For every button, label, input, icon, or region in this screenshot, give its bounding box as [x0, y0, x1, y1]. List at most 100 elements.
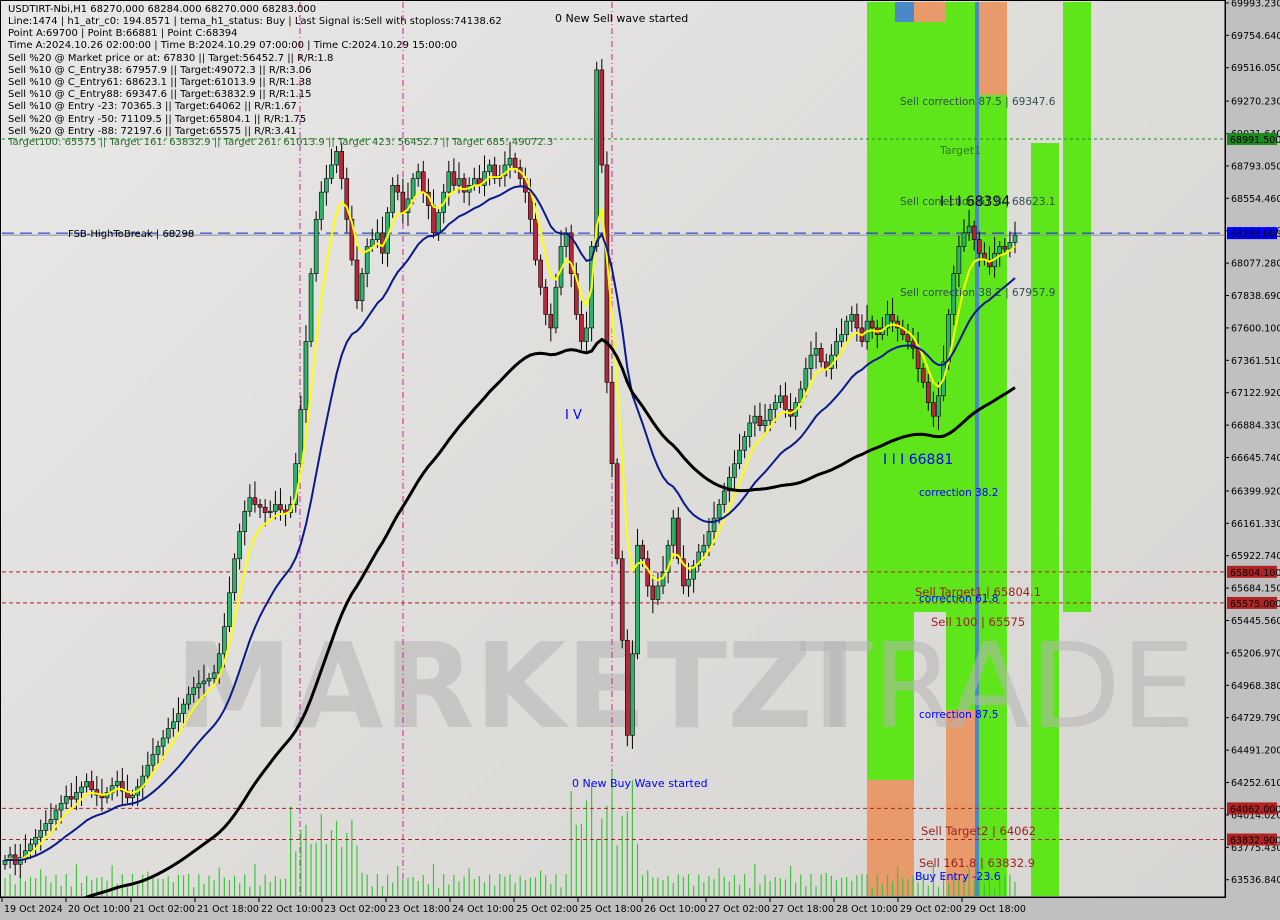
candle-body — [925, 381, 931, 403]
candle-body — [976, 239, 982, 254]
candle-body — [609, 381, 615, 465]
candle-body — [390, 185, 395, 213]
candle-body — [38, 830, 44, 838]
time-tick-label: 25 Oct 02:00 — [516, 904, 578, 915]
moving-averages — [4, 167, 1016, 917]
price-tag-label: 65804.100 — [1230, 568, 1280, 579]
price-tag-label: 68298.000 — [1230, 229, 1280, 240]
candle-body — [676, 517, 681, 560]
time-tick-label: 27 Oct 18:00 — [772, 904, 834, 915]
candle-body — [237, 531, 242, 560]
time-tick-label: 22 Oct 10:00 — [261, 904, 323, 915]
price-tick-label: 63536.840 — [1231, 875, 1280, 886]
candle-body — [716, 504, 722, 519]
annotation-corr-875: correction 87.5 — [919, 709, 998, 721]
price-tick-label: 69516.050 — [1231, 63, 1280, 74]
price-tick-label: 67838.690 — [1231, 291, 1280, 302]
candles — [2, 59, 1018, 878]
candle-body — [150, 754, 156, 766]
candle-body — [415, 171, 421, 179]
candle-body — [334, 151, 339, 166]
candle-body — [191, 687, 197, 695]
signal-zone — [914, 2, 946, 22]
time-tick-label: 26 Oct 10:00 — [644, 904, 706, 915]
watermark-left: MARKETZI — [175, 617, 857, 755]
targets-line: Target100: 65575 || Target 161: 63832.9 … — [8, 137, 554, 148]
candle-body — [579, 314, 584, 342]
candle-body — [533, 218, 538, 261]
candle-body — [395, 185, 401, 193]
annotation-corr-382: correction 38.2 — [919, 487, 998, 499]
price-tick-label: 66884.330 — [1231, 421, 1280, 432]
candle-body — [436, 212, 441, 234]
price-tick-label: 69270.230 — [1231, 97, 1280, 108]
candle-body — [267, 510, 273, 513]
time-tick-label: 21 Oct 02:00 — [133, 904, 195, 915]
candle-body — [359, 273, 365, 302]
price-tick-label: 68077.280 — [1231, 259, 1280, 270]
candle-body — [625, 639, 630, 736]
time-tick-label: 27 Oct 02:00 — [708, 904, 770, 915]
candle-body — [686, 578, 691, 587]
symbol-line: USDTIRT-Nbi,H1 68270.000 68284.000 68270… — [8, 4, 317, 15]
candle-body — [242, 510, 248, 532]
candle-body — [69, 796, 74, 800]
candle-body — [512, 157, 518, 168]
price-tick-label: 66161.330 — [1231, 519, 1280, 530]
candle-body — [772, 402, 778, 410]
annotation-sell-corr-382: Sell correction 38.2 | 67957.9 — [900, 287, 1055, 299]
candle-body — [905, 334, 911, 342]
candle-body — [420, 171, 426, 193]
price-tick-label: 66645.740 — [1231, 453, 1280, 464]
candle-body — [920, 368, 926, 383]
candle-body — [211, 672, 217, 679]
candle-body — [813, 348, 819, 356]
price-tick-label: 65206.970 — [1231, 648, 1280, 659]
price-tag-label: 63832.900 — [1230, 836, 1280, 847]
candle-body — [206, 678, 212, 682]
candle-body — [410, 178, 416, 200]
candle-body — [650, 585, 656, 600]
price-tick-label: 67361.510 — [1231, 356, 1280, 367]
candle-body — [670, 517, 676, 546]
signal-zone — [1031, 143, 1059, 896]
candle-body — [79, 786, 84, 793]
time-tick-label: 19 Oct 2024 — [4, 904, 63, 915]
candle-body — [155, 745, 161, 755]
price-tick-label: 64491.200 — [1231, 746, 1280, 757]
signal-zone — [895, 2, 914, 22]
candle-body — [222, 626, 227, 655]
candle-body — [324, 178, 329, 193]
candle-body — [706, 531, 712, 546]
watermark: MARKETZI TRADE — [175, 617, 1195, 755]
candle-body — [732, 463, 737, 478]
candle-body — [201, 680, 207, 685]
candle-body — [630, 653, 635, 736]
annotation-wave-iii-b: I I I 66881 — [883, 452, 953, 468]
candle-body — [487, 164, 492, 173]
info-line: Point A:69700 | Point B:66881 | Point C:… — [8, 28, 238, 40]
candle-body — [834, 341, 839, 356]
ema-yellow-line — [4, 167, 1016, 862]
candle-body — [808, 354, 814, 369]
time-tick-label: 29 Oct 18:00 — [964, 904, 1026, 915]
candle-body — [721, 490, 727, 505]
price-tag-label: 68991.500 — [1230, 135, 1280, 146]
candle-body — [89, 781, 95, 790]
candle-body — [818, 348, 824, 363]
candle-body — [318, 191, 324, 220]
candle-body — [196, 683, 202, 689]
candle-body — [971, 225, 977, 240]
price-tag-label: 64062.000 — [1230, 804, 1280, 815]
candle-body — [803, 368, 809, 390]
candle-body — [757, 415, 763, 427]
candle-body — [431, 205, 436, 234]
info-line: Sell %10 @ C_Entry38: 67957.9 || Target:… — [8, 64, 312, 76]
candle-body — [262, 506, 268, 513]
candle-body — [257, 504, 263, 508]
candle-body — [165, 728, 171, 739]
watermark-right: TRADE — [799, 617, 1195, 755]
candle-body — [451, 171, 457, 186]
candle-body — [584, 327, 589, 342]
candle-body — [252, 497, 258, 505]
